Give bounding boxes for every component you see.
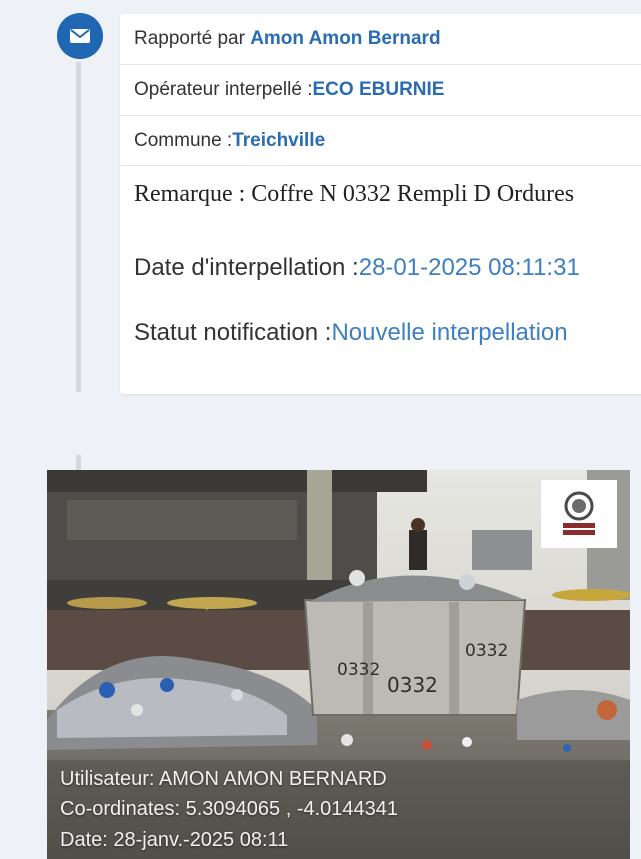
operator-value[interactable]: ECO EBURNIE [313, 79, 445, 101]
reported-by-label: Rapporté par [134, 28, 245, 49]
photo-date-overlay: Date: 28-janv.-2025 08:11 [60, 829, 289, 851]
envelope-icon [57, 13, 103, 59]
photo-user-overlay: Utilisateur: AMON AMON BERNARD [60, 768, 387, 790]
status-label: Statut notification : [134, 319, 332, 346]
reported-by-value[interactable]: Amon Amon Bernard [250, 28, 440, 50]
commune-label: Commune : [134, 129, 233, 151]
timeline-line [76, 40, 81, 392]
evidence-photo[interactable]: 0332 0332 0332 Utilisateur: AMON AMON BE… [47, 470, 630, 859]
bureau-veritas-logo [541, 480, 617, 548]
container-mark: 0332 [465, 641, 508, 661]
commune-row: Commune : Treichville [120, 116, 641, 166]
remark-text: Remarque : Coffre N 0332 Rempli D Ordure… [134, 181, 575, 207]
photo-coordinates-overlay: Co-ordinates: 5.3094065 , -4.0144341 [60, 798, 399, 820]
status-row: Statut notification :Nouvelle interpella… [134, 319, 568, 347]
reported-by-row: Rapporté par Amon Amon Bernard [120, 14, 641, 65]
date-value: 28-01-2025 08:11:31 [358, 254, 580, 281]
container-mark: 0332 [337, 660, 380, 680]
status-value: Nouvelle interpellation [331, 319, 568, 346]
container-mark: 0332 [387, 673, 438, 697]
report-card: Rapporté par Amon Amon Bernard Opérateur… [120, 14, 641, 394]
operator-label: Opérateur interpellé : [134, 79, 313, 100]
date-label: Date d'interpellation : [134, 254, 359, 281]
commune-value[interactable]: Treichville [232, 130, 325, 152]
operator-row: Opérateur interpellé : ECO EBURNIE [120, 65, 641, 116]
date-row: Date d'interpellation :28-01-2025 08:11:… [134, 254, 580, 282]
